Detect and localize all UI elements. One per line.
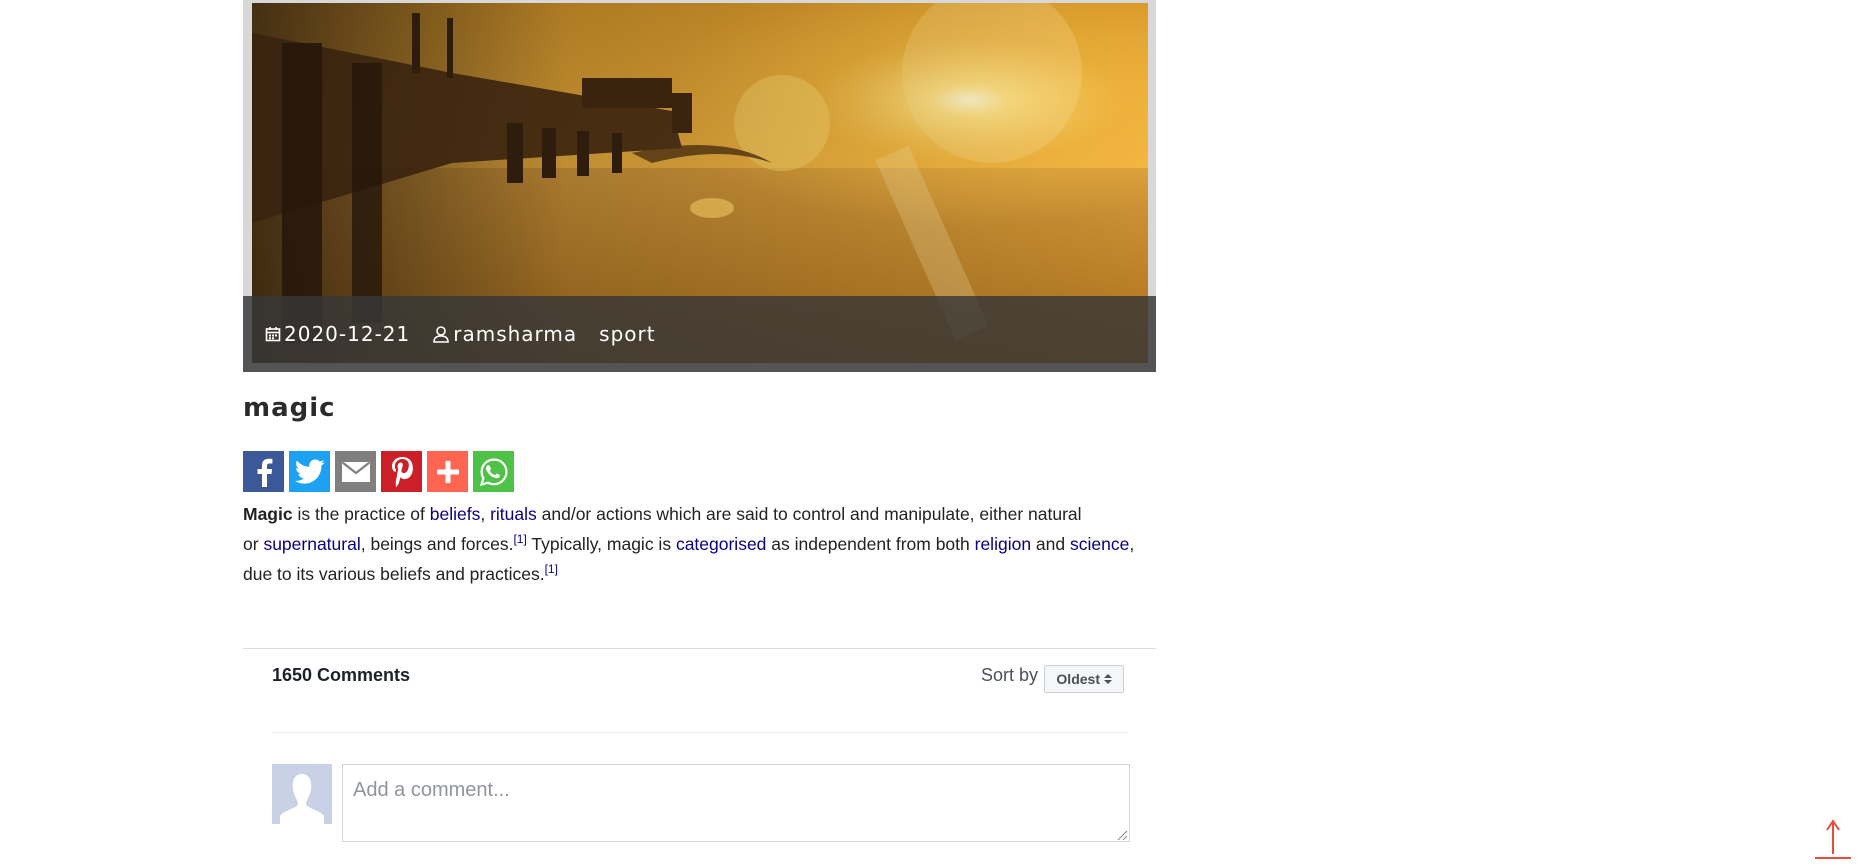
- comment-input[interactable]: [342, 764, 1130, 842]
- sort-label: Sort by: [980, 665, 1038, 685]
- comments-section: 1650 Comments Sort by Oldest: [243, 648, 1156, 842]
- user-icon: [433, 326, 450, 343]
- post-category-text: sport: [599, 322, 656, 346]
- post-author-text: ramsharma: [453, 322, 578, 346]
- link-supernatural[interactable]: supernatural: [263, 534, 360, 554]
- article-text: and: [1031, 534, 1070, 554]
- link-science[interactable]: science: [1070, 534, 1129, 554]
- article-term-magic: Magic: [243, 504, 293, 524]
- article-text: Typically, magic is: [526, 534, 676, 554]
- article-text: is the practice of: [292, 504, 430, 524]
- sort-dropdown[interactable]: Oldest: [1044, 665, 1124, 693]
- article-text: , beings and forces.: [360, 534, 514, 554]
- post-body: Magic is the practice of beliefs, ritual…: [243, 499, 1156, 589]
- share-facebook-button[interactable]: [243, 451, 284, 492]
- article-text: or: [243, 534, 264, 554]
- email-icon: [341, 461, 370, 482]
- whatsapp-icon: [479, 457, 508, 486]
- article-text: as independent from both: [766, 534, 975, 554]
- post-author[interactable]: ramsharma: [432, 322, 577, 346]
- sort-arrows-icon: [1104, 674, 1112, 684]
- share-pinterest-button[interactable]: [381, 451, 422, 492]
- comments-divider: [272, 732, 1128, 733]
- reference-link-1[interactable]: [1]: [513, 532, 526, 546]
- post-category[interactable]: sport: [599, 322, 655, 346]
- blog-post: 2020-12-21 ramsharma sport magic Magic i…: [243, 0, 1156, 842]
- sort-value: Oldest: [1056, 671, 1100, 687]
- link-rituals[interactable]: rituals: [490, 504, 537, 524]
- avatar: [272, 764, 332, 824]
- share-whatsapp-button[interactable]: [473, 451, 514, 492]
- post-date: 2020-12-21: [265, 322, 410, 346]
- link-categorised[interactable]: categorised: [676, 534, 766, 554]
- plus-icon: [436, 460, 459, 483]
- twitter-icon: [294, 459, 324, 484]
- article-text: and/or actions which are said to control…: [536, 504, 1082, 524]
- share-twitter-button[interactable]: [289, 451, 330, 492]
- article-text: ,: [480, 504, 491, 524]
- post-meta-bar: 2020-12-21 ramsharma sport: [243, 296, 1156, 372]
- article-text: ,: [1129, 534, 1135, 554]
- link-beliefs[interactable]: beliefs: [430, 504, 481, 524]
- pinterest-icon: [391, 456, 413, 487]
- hero-image-frame: 2020-12-21 ramsharma sport: [243, 0, 1156, 372]
- article-text: due to its various beliefs and practices…: [243, 564, 545, 584]
- link-religion[interactable]: religion: [975, 534, 1031, 554]
- back-to-top-button[interactable]: [1813, 818, 1853, 860]
- arrow-up-icon: [1815, 819, 1851, 859]
- reference-link-2[interactable]: [1]: [545, 562, 558, 576]
- default-avatar-icon: [272, 764, 332, 824]
- comment-count: 1650 Comments: [272, 665, 411, 685]
- comments-header: 1650 Comments Sort by Oldest: [272, 665, 1128, 705]
- share-more-button[interactable]: [427, 451, 468, 492]
- share-email-button[interactable]: [335, 451, 376, 492]
- post-title: magic: [243, 393, 336, 423]
- share-buttons: [243, 451, 519, 492]
- facebook-icon: [257, 458, 272, 487]
- calendar-icon: [265, 327, 281, 342]
- post-date-text: 2020-12-21: [284, 322, 411, 346]
